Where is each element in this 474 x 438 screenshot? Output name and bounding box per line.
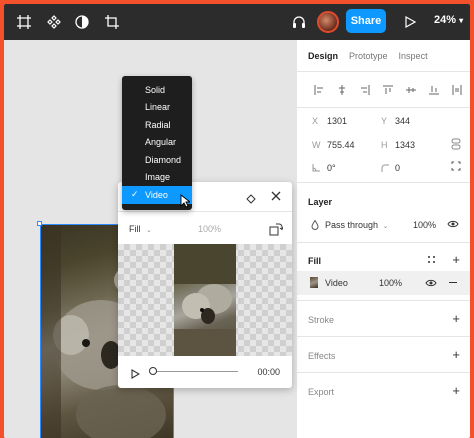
dropdown-item-radial[interactable]: Radial bbox=[122, 116, 192, 134]
align-right-icon[interactable] bbox=[353, 84, 376, 95]
dropdown-item-angular[interactable]: Angular bbox=[122, 134, 192, 152]
fill-opacity-value[interactable]: 100% bbox=[379, 278, 402, 288]
rotation-input[interactable]: 0° bbox=[327, 163, 336, 173]
y-input[interactable]: 344 bbox=[395, 116, 410, 126]
stroke-title: Stroke bbox=[308, 315, 335, 325]
rotate-icon[interactable] bbox=[269, 222, 284, 241]
play-icon[interactable] bbox=[130, 366, 141, 384]
alignment-toolbar bbox=[297, 72, 470, 108]
close-icon[interactable] bbox=[270, 189, 282, 207]
fill-type-label[interactable]: Video bbox=[325, 278, 348, 288]
frame-tool-icon[interactable] bbox=[14, 12, 34, 32]
layer-opacity[interactable]: 100% bbox=[413, 220, 436, 230]
layer-section: Layer Pass through ⌄ 100% bbox=[297, 182, 470, 242]
add-export-icon[interactable]: + bbox=[452, 384, 460, 397]
headphones-icon[interactable] bbox=[289, 12, 309, 32]
tab-inspect[interactable]: Inspect bbox=[399, 51, 428, 61]
x-input[interactable]: 1301 bbox=[327, 116, 347, 126]
chevron-down-icon: ⌄ bbox=[146, 227, 152, 234]
dropdown-item-diamond[interactable]: Diamond bbox=[122, 151, 192, 169]
effects-title: Effects bbox=[308, 351, 336, 361]
fill-type-dropdown: Solid Linear Radial Angular Diamond Imag… bbox=[122, 76, 192, 210]
crop-icon[interactable] bbox=[102, 12, 122, 32]
constrain-proportions-icon[interactable] bbox=[451, 138, 461, 152]
tab-design[interactable]: Design bbox=[308, 51, 338, 61]
corner-radius-icon bbox=[381, 164, 389, 174]
app-window: Share 24% ▾ Fill ⌄ 100% 00:00 Solid Line… bbox=[4, 4, 470, 438]
video-preview bbox=[118, 244, 292, 356]
eye-icon[interactable] bbox=[447, 220, 459, 230]
avatar[interactable] bbox=[317, 11, 339, 33]
top-toolbar: Share 24% ▾ bbox=[4, 4, 470, 40]
dropdown-item-image[interactable]: Image bbox=[122, 169, 192, 187]
align-top-icon[interactable] bbox=[376, 85, 399, 95]
align-center-h-icon[interactable] bbox=[330, 84, 353, 95]
add-stroke-icon[interactable]: + bbox=[452, 312, 460, 325]
x-label: X bbox=[312, 116, 319, 126]
w-input[interactable]: 755.44 bbox=[327, 140, 355, 150]
fill-popup: Fill ⌄ 100% 00:00 bbox=[118, 182, 292, 388]
chevron-down-icon: ⌄ bbox=[382, 223, 389, 230]
video-scrubber[interactable] bbox=[152, 371, 238, 372]
scrubber-handle[interactable] bbox=[149, 367, 157, 375]
fill-mode-select[interactable]: Fill ⌄ bbox=[129, 224, 152, 234]
effects-section: Effects + bbox=[297, 336, 470, 372]
rotation-icon bbox=[312, 164, 320, 174]
blend-mode-label: Pass through bbox=[325, 220, 379, 230]
selection-handle[interactable] bbox=[37, 221, 42, 226]
styles-grid-icon[interactable] bbox=[427, 255, 436, 266]
tab-prototype[interactable]: Prototype bbox=[349, 51, 388, 61]
fill-mode-label: Fill bbox=[129, 224, 141, 234]
share-button[interactable]: Share bbox=[346, 9, 386, 33]
align-center-v-icon[interactable] bbox=[399, 85, 422, 95]
h-label: H bbox=[381, 140, 388, 150]
dropdown-item-linear[interactable]: Linear bbox=[122, 99, 192, 117]
pointer-cursor-icon bbox=[180, 194, 192, 213]
export-section: Export + bbox=[297, 372, 470, 408]
panel-tabs: Design Prototype Inspect bbox=[297, 40, 470, 72]
style-icon[interactable] bbox=[246, 191, 256, 209]
align-bottom-icon[interactable] bbox=[422, 85, 445, 95]
h-input[interactable]: 1343 bbox=[395, 140, 415, 150]
add-effect-icon[interactable]: + bbox=[452, 348, 460, 361]
check-icon: ✓ bbox=[131, 189, 139, 200]
y-label: Y bbox=[381, 116, 388, 126]
video-time: 00:00 bbox=[257, 367, 280, 377]
video-thumbnail-icon bbox=[310, 277, 318, 288]
add-fill-icon[interactable]: + bbox=[452, 253, 460, 266]
export-title: Export bbox=[308, 387, 335, 397]
stroke-section: Stroke + bbox=[297, 300, 470, 336]
dropdown-item-solid[interactable]: Solid bbox=[122, 81, 192, 99]
fill-title: Fill bbox=[308, 256, 321, 266]
eye-icon[interactable] bbox=[425, 279, 437, 289]
fill-opacity[interactable]: 100% bbox=[198, 224, 221, 234]
dropdown-item-video-label: Video bbox=[145, 189, 168, 200]
w-label: W bbox=[312, 140, 321, 150]
contrast-icon[interactable] bbox=[72, 12, 92, 32]
remove-fill-icon[interactable] bbox=[449, 282, 457, 283]
properties-panel: Design Prototype Inspect X 1301 Y 344 W … bbox=[296, 40, 470, 438]
video-thumbnail bbox=[174, 244, 236, 356]
zoom-level[interactable]: 24% ▾ bbox=[434, 14, 463, 26]
distribute-icon[interactable] bbox=[445, 84, 468, 95]
align-left-icon[interactable] bbox=[307, 84, 330, 95]
layer-title: Layer bbox=[308, 197, 333, 207]
fill-row[interactable]: Video 100% bbox=[297, 271, 470, 295]
components-icon[interactable] bbox=[44, 12, 64, 32]
zoom-value: 24% bbox=[434, 14, 457, 26]
fill-section: Fill + Video 100% bbox=[297, 242, 470, 300]
chevron-down-icon: ▾ bbox=[459, 16, 464, 25]
corner-radius-input[interactable]: 0 bbox=[395, 163, 400, 173]
blend-mode-select[interactable]: Pass through ⌄ bbox=[325, 220, 388, 230]
independent-corners-icon[interactable] bbox=[451, 161, 461, 173]
blend-mode-icon bbox=[311, 219, 319, 232]
play-icon[interactable] bbox=[400, 12, 420, 32]
